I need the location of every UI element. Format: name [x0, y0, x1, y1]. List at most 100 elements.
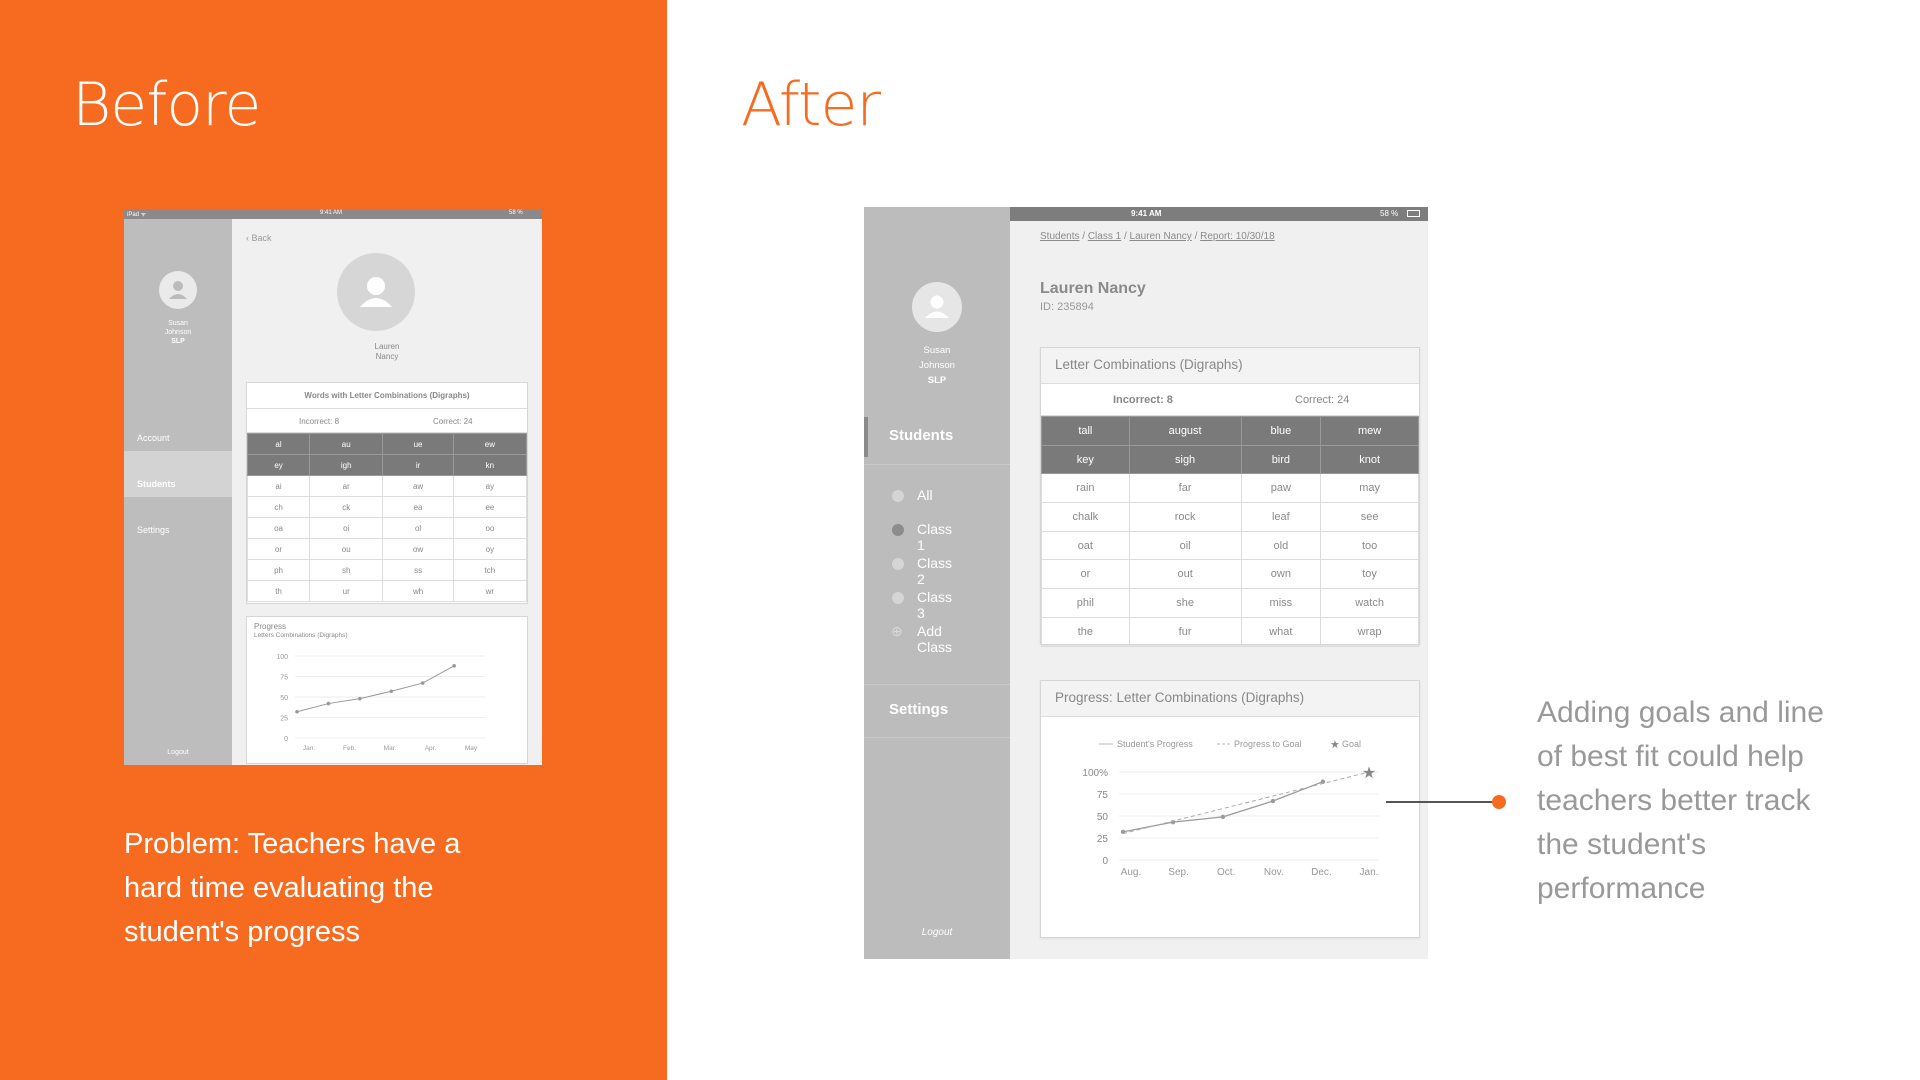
x-tick-label: Nov. — [1264, 867, 1284, 878]
table-cell[interactable]: ch — [246, 496, 311, 518]
progress-card: Progress Letters Combinations (Digraphs)… — [246, 616, 528, 764]
breadcrumb-class[interactable]: Class 1 — [1088, 231, 1121, 242]
digraphs-table-card: Words with Letter Combinations (Digraphs… — [246, 382, 528, 604]
nav-students[interactable]: Students — [137, 479, 176, 489]
table-cell[interactable]: ol — [382, 517, 454, 539]
table-cell[interactable]: ey — [246, 454, 311, 476]
data-point — [326, 701, 331, 706]
user-last-name: Johnson — [164, 329, 192, 336]
table-cell[interactable]: th — [246, 580, 311, 602]
table-cell[interactable]: or — [1041, 559, 1130, 590]
table-cell[interactable]: oat — [1041, 530, 1130, 561]
table-cell[interactable]: ou — [309, 538, 384, 560]
table-cell[interactable]: igh — [309, 454, 384, 476]
table-cell[interactable]: out — [1128, 559, 1242, 590]
table-cell[interactable]: what — [1240, 616, 1322, 647]
table-cell[interactable]: phil — [1041, 588, 1130, 618]
table-cell[interactable]: may — [1320, 473, 1419, 504]
logout-link[interactable]: Logout — [864, 927, 1010, 938]
table-cell[interactable]: au — [309, 433, 384, 455]
status-time: 9:41 AM — [320, 210, 343, 216]
table-row: th ur wh wr — [246, 580, 528, 602]
table-cell[interactable]: oi — [309, 517, 384, 539]
table-cell[interactable]: oo — [452, 517, 528, 539]
table-cell[interactable]: ph — [246, 559, 311, 581]
breadcrumb-student[interactable]: Lauren Nancy — [1130, 231, 1192, 242]
table-cell[interactable]: ss — [382, 559, 454, 581]
table-cell[interactable]: ea — [382, 496, 454, 518]
table-cell[interactable]: oil — [1128, 530, 1242, 561]
table-cell[interactable]: fur — [1128, 616, 1242, 647]
table-cell[interactable]: ew — [452, 433, 528, 455]
table-cell[interactable]: the — [1041, 616, 1130, 647]
logout-link[interactable]: Logout — [124, 749, 232, 756]
table-cell[interactable]: or — [246, 538, 311, 560]
nav-students[interactable]: Students — [864, 411, 1010, 465]
table-row: key sigh bird knot — [1041, 444, 1419, 475]
table-cell[interactable]: wr — [452, 580, 528, 602]
table-cell[interactable]: oy — [452, 538, 528, 560]
y-tick-label: 100 — [276, 654, 288, 661]
table-cell[interactable]: own — [1240, 559, 1322, 590]
problem-statement: Problem: Teachers have a hard time evalu… — [124, 828, 461, 948]
breadcrumb-report[interactable]: Report: 10/30/18 — [1200, 231, 1275, 242]
table-cell[interactable]: al — [246, 433, 311, 455]
table-cell[interactable]: see — [1320, 502, 1419, 532]
nav-settings-label: Settings — [889, 701, 949, 718]
table-cell[interactable]: ay — [452, 475, 528, 497]
table-cell[interactable]: oa — [246, 517, 311, 539]
table-cell[interactable]: rain — [1041, 473, 1130, 504]
table-cell[interactable]: wh — [382, 580, 454, 602]
table-cell[interactable]: mew — [1320, 416, 1419, 446]
progress-chart: 100 75 50 25 0 Jan. Feb. Mar. Apr. May — [276, 654, 485, 752]
table-cell[interactable]: chalk — [1041, 502, 1130, 532]
user-last-name: Johnson — [919, 360, 955, 371]
table-cell[interactable]: ar — [309, 475, 384, 497]
table-cell[interactable]: ue — [382, 433, 454, 455]
table-cell[interactable]: blue — [1240, 416, 1322, 446]
avatar — [912, 282, 962, 332]
table-cell[interactable]: kn — [452, 454, 528, 476]
table-cell[interactable]: sigh — [1128, 444, 1242, 475]
table-cell[interactable]: august — [1128, 416, 1242, 446]
progress-title: Progress: Letter Combinations (Digraphs) — [1041, 681, 1419, 717]
table-cell[interactable]: ee — [452, 496, 528, 518]
y-tick-label: 75 — [1097, 790, 1109, 801]
table-cell[interactable]: old — [1240, 530, 1322, 561]
back-button[interactable]: ‹ Back — [246, 233, 272, 243]
x-tick-label: Aug. — [1121, 867, 1142, 878]
nav-settings[interactable]: Settings — [864, 684, 1010, 738]
table-cell[interactable]: paw — [1240, 473, 1322, 504]
legend-student-label: Student's Progress — [1117, 739, 1193, 749]
table-cell[interactable]: ur — [309, 580, 384, 602]
student-name: Lauren Nancy — [1040, 280, 1146, 297]
table-cell[interactable]: leaf — [1240, 502, 1322, 532]
table-cell[interactable]: bird — [1240, 444, 1322, 475]
table-cell[interactable]: wrap — [1320, 616, 1419, 647]
table-cell[interactable]: tch — [452, 559, 528, 581]
table-cell[interactable]: aw — [382, 475, 454, 497]
nav-settings[interactable]: Settings — [137, 525, 170, 535]
table-cell[interactable]: ai — [246, 475, 311, 497]
table-cell[interactable]: ow — [382, 538, 454, 560]
table-cell[interactable]: key — [1041, 444, 1130, 475]
table-cell[interactable]: sh — [309, 559, 384, 581]
progress-chart: Student's Progress Progress to Goal ★ Goal1… — [1082, 739, 1379, 878]
data-point — [295, 709, 299, 714]
table-cell[interactable]: toy — [1320, 559, 1419, 590]
table-row: chalk rock leaf see — [1041, 502, 1419, 532]
table-cell[interactable]: watch — [1320, 588, 1419, 618]
sidebar: Susan Johnson SLP Students All Class 1 C… — [864, 207, 1010, 959]
table-cell[interactable]: too — [1320, 530, 1419, 561]
table-cell[interactable]: ir — [382, 454, 454, 476]
nav-account[interactable]: Account — [137, 433, 170, 443]
table-cell[interactable]: ck — [309, 496, 384, 518]
breadcrumb-students[interactable]: Students — [1040, 231, 1079, 242]
table-cell[interactable]: miss — [1240, 588, 1322, 618]
table-cell[interactable]: knot — [1320, 444, 1419, 475]
radio-selected-icon — [892, 524, 904, 536]
table-cell[interactable]: far — [1128, 473, 1242, 504]
table-cell[interactable]: she — [1128, 588, 1242, 618]
table-cell[interactable]: rock — [1128, 502, 1242, 532]
table-cell[interactable]: tall — [1041, 416, 1130, 446]
